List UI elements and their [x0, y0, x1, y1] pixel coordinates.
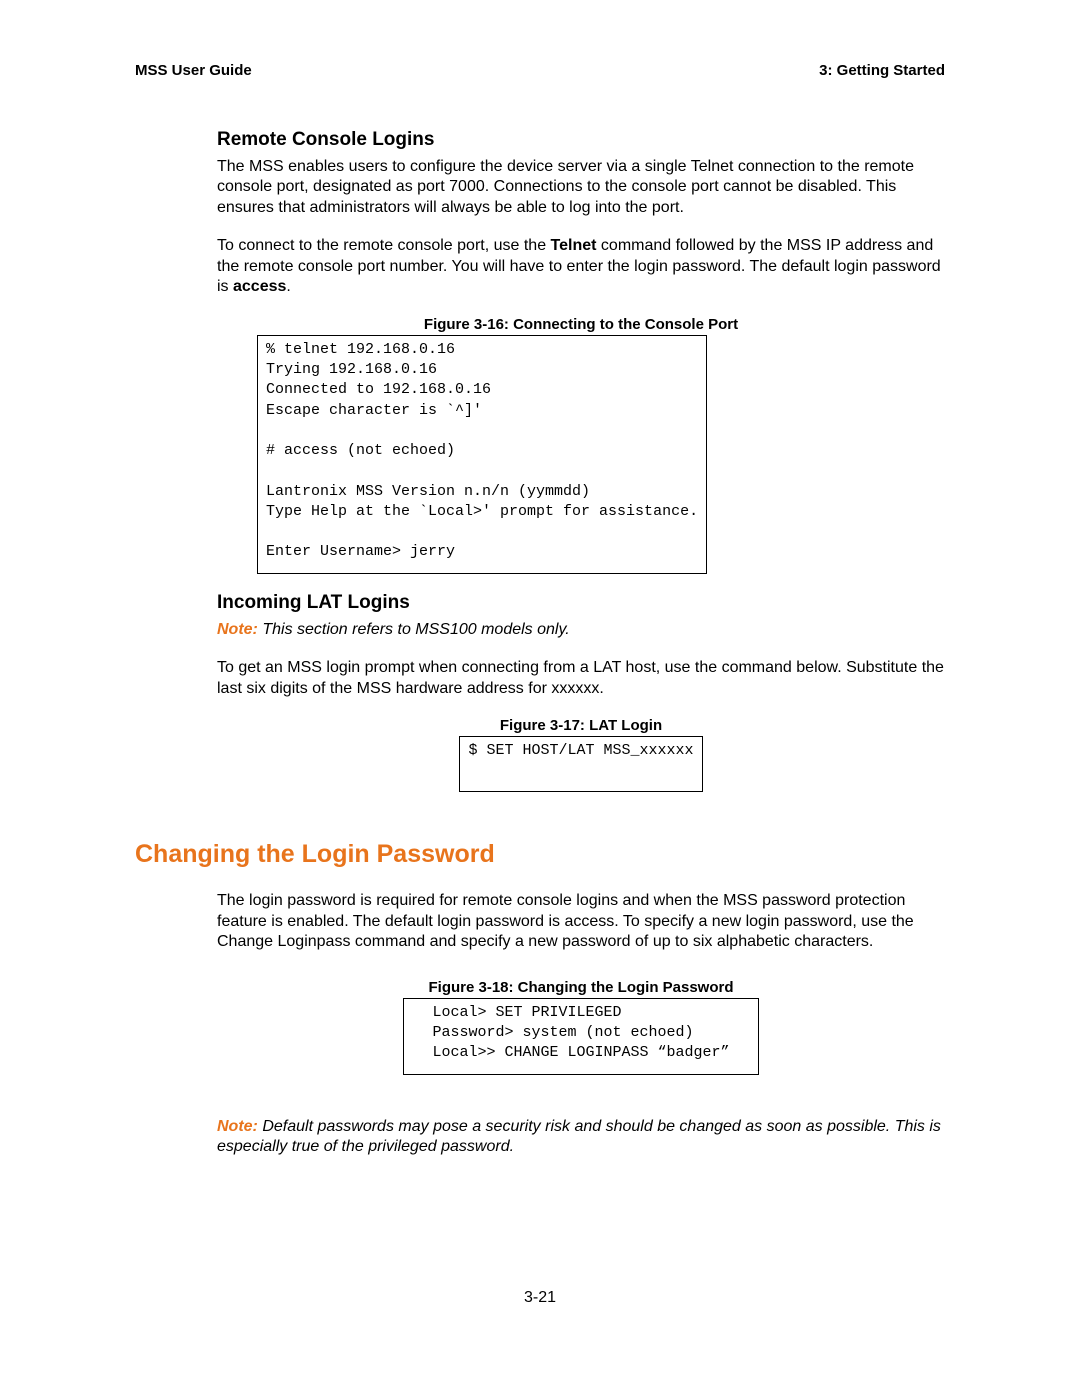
heading-incoming-lat-logins: Incoming LAT Logins	[217, 592, 945, 614]
paragraph: The MSS enables users to configure the d…	[217, 157, 945, 218]
heading-remote-console-logins: Remote Console Logins	[217, 129, 945, 151]
figure-caption-3-18: Figure 3-18: Changing the Login Password	[217, 979, 945, 996]
page-header: MSS User Guide 3: Getting Started	[135, 62, 945, 79]
heading-changing-login-password: Changing the Login Password	[135, 840, 945, 869]
code-block-3-16: % telnet 192.168.0.16 Trying 192.168.0.1…	[257, 335, 707, 574]
header-right: 3: Getting Started	[819, 62, 945, 79]
code-block-3-18: Local> SET PRIVILEGED Password> system (…	[403, 998, 758, 1075]
paragraph: The login password is required for remot…	[217, 891, 945, 952]
note-paragraph: Note: This section refers to MSS100 mode…	[217, 620, 945, 640]
note-paragraph: Note: Default passwords may pose a secur…	[217, 1117, 945, 1158]
paragraph: To get an MSS login prompt when connecti…	[217, 658, 945, 699]
figure-caption-3-16: Figure 3-16: Connecting to the Console P…	[217, 316, 945, 333]
header-left: MSS User Guide	[135, 62, 252, 79]
page-number: 3-21	[0, 1289, 1080, 1307]
paragraph: To connect to the remote console port, u…	[217, 236, 945, 297]
figure-caption-3-17: Figure 3-17: LAT Login	[217, 717, 945, 734]
code-block-3-17: $ SET HOST/LAT MSS_xxxxxx	[459, 736, 702, 793]
